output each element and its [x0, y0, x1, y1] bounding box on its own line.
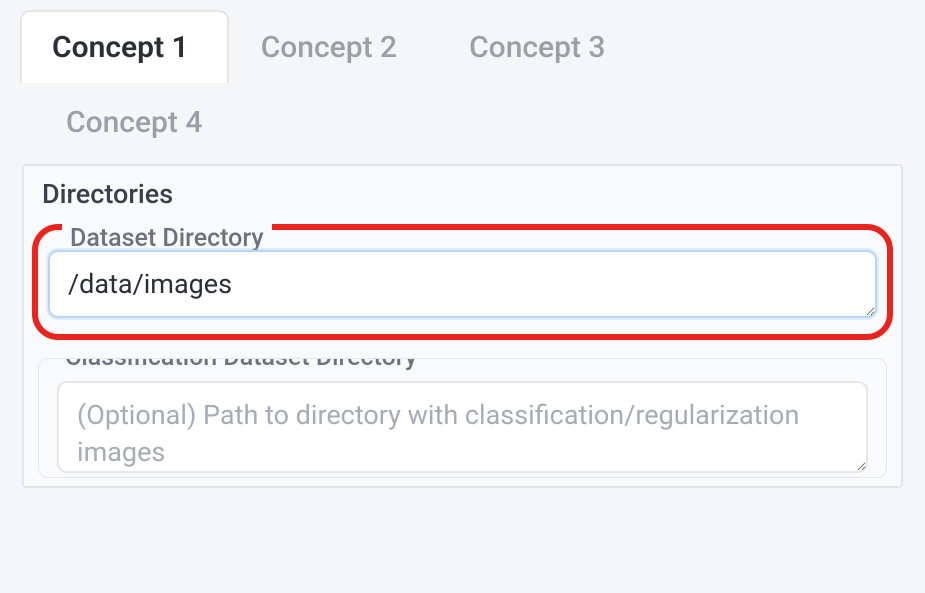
classification-directory-input[interactable]: [57, 381, 868, 473]
panel-title: Directories: [42, 178, 887, 210]
tab-concept-3[interactable]: Concept 3: [437, 10, 645, 83]
concept-tabs-row-1: Concept 1 Concept 2 Concept 3: [20, 10, 905, 83]
dataset-directory-input[interactable]: [48, 250, 877, 318]
tab-concept-1[interactable]: Concept 1: [20, 10, 229, 83]
concept-tabs-row-2: Concept 4: [20, 91, 905, 154]
tab-concept-4[interactable]: Concept 4: [36, 91, 232, 154]
classification-directory-group: Classification Dataset Directory: [38, 358, 887, 478]
directories-panel: Directories Dataset Directory Classifica…: [22, 164, 903, 488]
classification-directory-legend: Classification Dataset Directory: [57, 358, 425, 372]
dataset-directory-highlight: Dataset Directory: [32, 224, 893, 340]
tab-concept-2[interactable]: Concept 2: [229, 10, 437, 83]
